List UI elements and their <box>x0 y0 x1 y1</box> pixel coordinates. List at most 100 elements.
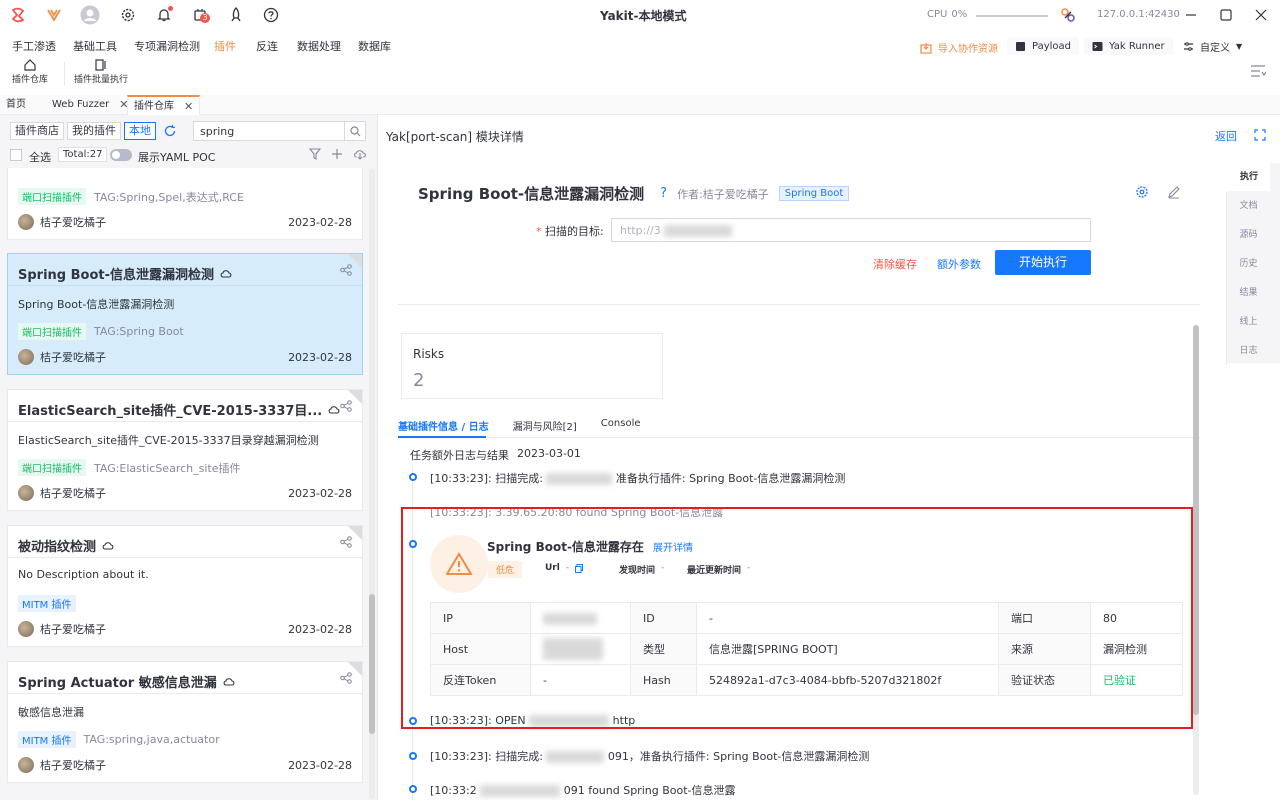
plugin-title: Spring Boot-信息泄露漏洞检测 <box>18 268 215 283</box>
menu-manual-pentest[interactable]: 手工渗透 <box>12 38 56 54</box>
log-entry: [10:33:2 091 found Spring Boot-信息泄露 <box>430 782 736 798</box>
tab-web-fuzzer[interactable]: Web Fuzzer ✕ <box>46 95 135 115</box>
cpu-sparkline <box>976 15 1048 17</box>
segment-plugin-store[interactable]: 插件商店 <box>10 122 64 140</box>
plugin-card[interactable]: Spring Boot-信息泄露漏洞检测 Spring Boot-信息泄露漏洞检… <box>7 253 363 375</box>
tab-home[interactable]: 首页 <box>0 95 32 115</box>
settings-gear-icon[interactable] <box>118 5 138 25</box>
side-tab-history[interactable]: 历史 <box>1226 250 1270 278</box>
notification-bell-icon[interactable] <box>154 5 174 25</box>
start-execute-button[interactable]: 开始执行 <box>995 250 1091 275</box>
menu-vuln-detection[interactable]: 专项漏洞检测 <box>134 38 200 54</box>
import-label: 导入协作资源 <box>938 44 998 55</box>
page-tab-bar: 首页 Web Fuzzer ✕ 插件仓库 ✕ <box>0 95 1280 117</box>
fullscreen-icon[interactable] <box>1254 129 1266 141</box>
detail-scrollbar[interactable] <box>1193 325 1199 795</box>
plugin-detail-title: Spring Boot-信息泄露漏洞检测 <box>418 185 645 203</box>
menu-data-processing[interactable]: 数据处理 <box>297 38 341 54</box>
question-icon[interactable]: ? <box>654 186 667 201</box>
plugin-card-partial[interactable]: 端口扫描插件 TAG:Spring,Spel,表达式,RCE 桔子爱吃橘子 20… <box>7 168 363 240</box>
plugin-date: 2023-02-28 <box>288 216 352 229</box>
side-tab-results[interactable]: 结果 <box>1226 279 1270 307</box>
share-icon[interactable] <box>340 264 352 276</box>
menu-database[interactable]: 数据库 <box>358 38 391 54</box>
search-icon[interactable] <box>345 125 361 137</box>
avatar <box>18 757 34 773</box>
menu-plugins[interactable]: 插件 <box>214 38 236 54</box>
yaml-toggle[interactable] <box>110 149 132 161</box>
plugin-author: 作者:桔子爱吃橘子 <box>677 187 769 201</box>
payload-icon <box>1016 41 1025 51</box>
close-tab-icon[interactable]: ✕ <box>184 97 193 117</box>
side-tab-source[interactable]: 源码 <box>1226 221 1270 249</box>
window-title: Yakit-本地模式 <box>600 9 687 23</box>
plugin-update-icon[interactable]: 3 <box>190 5 210 25</box>
plugin-description: Spring Boot-信息泄露漏洞检测 <box>18 298 175 311</box>
engine-link-icon[interactable] <box>1058 5 1078 25</box>
author-name: 桔子爱吃橘子 <box>40 216 106 229</box>
tab-plugin-store[interactable]: 插件仓库 ✕ <box>127 95 201 117</box>
tab-basic-info-log[interactable]: 基础插件信息 / 日志 <box>398 418 489 433</box>
side-tab-docs[interactable]: 文档 <box>1226 192 1270 220</box>
menu-reverse[interactable]: 反连 <box>256 38 278 54</box>
plugin-list-scrollbar[interactable] <box>369 169 375 799</box>
plugin-settings-gear-icon[interactable] <box>1135 185 1149 199</box>
select-all-checkbox[interactable] <box>10 149 22 161</box>
collapse-toolbar-icon[interactable] <box>1250 64 1266 78</box>
log-text: [10:33:23]: 扫描完成: <box>430 750 543 763</box>
plugin-card[interactable]: ElasticSearch_site插件_CVE-2015-3337目... E… <box>7 389 363 511</box>
avatar <box>18 349 34 365</box>
cpu-value: 0% <box>951 9 968 20</box>
edit-icon[interactable] <box>1167 185 1181 199</box>
risks-stat-card: Risks 2 <box>401 333 663 399</box>
user-avatar-icon[interactable] <box>80 5 100 25</box>
share-icon[interactable] <box>340 536 352 548</box>
side-tab-online[interactable]: 线上 <box>1226 308 1270 336</box>
tab-vulns-risks[interactable]: 漏洞与风险[2] <box>513 418 577 433</box>
share-icon[interactable] <box>340 400 352 412</box>
plugin-store-tool[interactable]: 插件仓库 <box>12 58 48 85</box>
redacted-blur <box>480 785 561 797</box>
rocket-icon[interactable] <box>226 5 246 25</box>
search-input[interactable] <box>194 122 344 140</box>
help-icon[interactable] <box>261 5 281 25</box>
plugin-detail-panel: Yak[port-scan] 模块详情 返回 执行 文档 源码 历史 结果 线上… <box>378 115 1280 800</box>
plugin-tags: TAG:Spring,Spel,表达式,RCE <box>94 190 244 204</box>
share-icon[interactable] <box>340 672 352 684</box>
segment-my-plugins[interactable]: 我的插件 <box>67 122 121 140</box>
menu-basic-tools[interactable]: 基础工具 <box>73 38 117 54</box>
maximize-icon[interactable] <box>1216 5 1236 25</box>
side-tab-logs[interactable]: 日志 <box>1226 337 1270 365</box>
target-input[interactable]: http://3 <box>611 218 1091 242</box>
plugin-card[interactable]: 被动指纹检测 No Description about it. MITM 插件 … <box>7 525 363 647</box>
customize-dropdown[interactable]: 自定义 ▼ <box>1175 37 1251 55</box>
engine-address: 127.0.0.1:42430 <box>1097 9 1180 20</box>
payload-button[interactable]: Payload <box>1007 37 1079 55</box>
risks-value: 2 <box>413 370 425 391</box>
yak-icon[interactable] <box>44 5 64 25</box>
log-date: 2023-03-01 <box>517 447 581 460</box>
plugin-batch-tool[interactable]: 插件批量执行 <box>74 58 128 85</box>
notification-count-badge: 3 <box>200 13 210 23</box>
extra-params-button[interactable]: 额外参数 <box>937 256 981 272</box>
back-link[interactable]: 返回 <box>1215 128 1237 144</box>
side-tab-execute[interactable]: 执行 <box>1226 163 1270 191</box>
log-header-label: 任务额外日志与结果 <box>410 449 509 462</box>
cloud-icon <box>102 541 114 550</box>
minimize-icon[interactable] <box>1181 5 1201 25</box>
tab-console[interactable]: Console <box>601 418 641 433</box>
segment-local[interactable]: 本地 <box>124 122 156 140</box>
import-resources-button[interactable]: 导入协作资源 <box>920 40 998 55</box>
add-plugin-icon[interactable] <box>331 148 343 160</box>
yak-runner-button[interactable]: Yak Runner <box>1084 37 1173 55</box>
refresh-icon[interactable] <box>163 124 177 138</box>
filter-icon[interactable] <box>309 148 321 160</box>
target-input-value: http://3 <box>620 224 661 237</box>
select-all-label: 全选 <box>29 151 51 164</box>
close-window-icon[interactable] <box>1251 5 1271 25</box>
cloud-download-icon[interactable] <box>353 148 367 160</box>
clear-cache-button[interactable]: 清除缓存 <box>873 256 917 272</box>
plugin-type-tag: 端口扫描插件 <box>18 459 86 476</box>
plugin-card[interactable]: Spring Actuator 敏感信息泄漏 敏感信息泄漏 MITM 插件 TA… <box>7 661 363 783</box>
plugin-date: 2023-02-28 <box>288 759 352 772</box>
